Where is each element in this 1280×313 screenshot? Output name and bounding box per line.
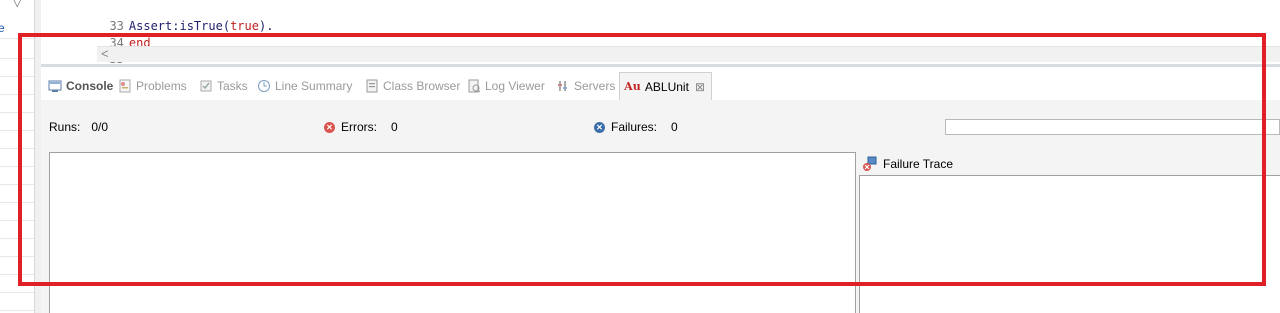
error-icon: ✕ (324, 121, 335, 133)
tab-console[interactable]: Console (48, 72, 113, 100)
class-browser-icon (365, 79, 379, 93)
chevron-down-icon[interactable]: ▽ (13, 0, 21, 9)
failures-value: 0 (671, 120, 678, 134)
servers-icon (556, 79, 570, 93)
test-results-tree[interactable] (49, 152, 856, 313)
failure-trace-header: Failure Trace (862, 156, 953, 172)
tab-label: Servers (574, 79, 616, 93)
failures-stat: ✕ Failures: 0 (594, 120, 678, 134)
failure-trace-icon (862, 156, 878, 172)
failure-trace-pane[interactable] (859, 175, 1280, 313)
errors-label: Errors: (341, 120, 377, 134)
tab-label: Problems (136, 79, 187, 93)
runs-stat: Runs: 0/0 (49, 120, 108, 134)
code-text: ). (258, 19, 274, 33)
tab-label: ABLUnit (644, 79, 689, 94)
tab-problems[interactable]: Problems (118, 72, 187, 100)
tab-log-viewer[interactable]: Log Viewer (467, 72, 545, 100)
scroll-left-icon[interactable]: < (101, 46, 109, 61)
errors-stat: ✕ Errors: 0 (324, 120, 398, 134)
tab-label: Console (66, 79, 114, 93)
line-summary-icon (257, 79, 271, 93)
horizontal-scrollbar[interactable]: < (97, 46, 1280, 62)
explorer-item-fragment[interactable]: e (0, 21, 5, 35)
failures-label: Failures: (611, 120, 658, 134)
close-icon[interactable]: ⊠ (695, 80, 705, 94)
failure-icon: ✕ (594, 121, 605, 133)
code-editor[interactable]: 33Assert:isTrue(true). 34end 35 < (41, 0, 1280, 66)
tab-label: Log Viewer (485, 79, 545, 93)
problems-icon (118, 79, 132, 93)
project-explorer-strip: ▽ e (0, 0, 34, 313)
runs-value: 0/0 (91, 120, 109, 134)
console-icon (48, 79, 62, 93)
tasks-icon (199, 79, 213, 93)
errors-value: 0 (391, 120, 398, 134)
tab-line-summary[interactable]: Line Summary (257, 72, 352, 100)
ablunit-icon: Au (624, 80, 641, 93)
views-tab-bar: Console Problems Tasks Line Summary Clas… (41, 72, 1280, 100)
tab-class-browser[interactable]: Class Browser (365, 72, 460, 100)
code-keyword: true (230, 19, 259, 33)
failure-trace-label: Failure Trace (883, 157, 954, 171)
tab-tasks[interactable]: Tasks (199, 72, 248, 100)
tab-label: Line Summary (275, 79, 353, 93)
runs-label: Runs: (49, 120, 81, 134)
progress-bar (945, 119, 1280, 135)
tab-label: Class Browser (383, 79, 461, 93)
tab-ablunit[interactable]: Au ABLUnit ⊠ (619, 72, 712, 100)
log-viewer-icon (467, 79, 481, 93)
tab-label: Tasks (217, 79, 248, 93)
tab-servers[interactable]: Servers (556, 72, 615, 100)
